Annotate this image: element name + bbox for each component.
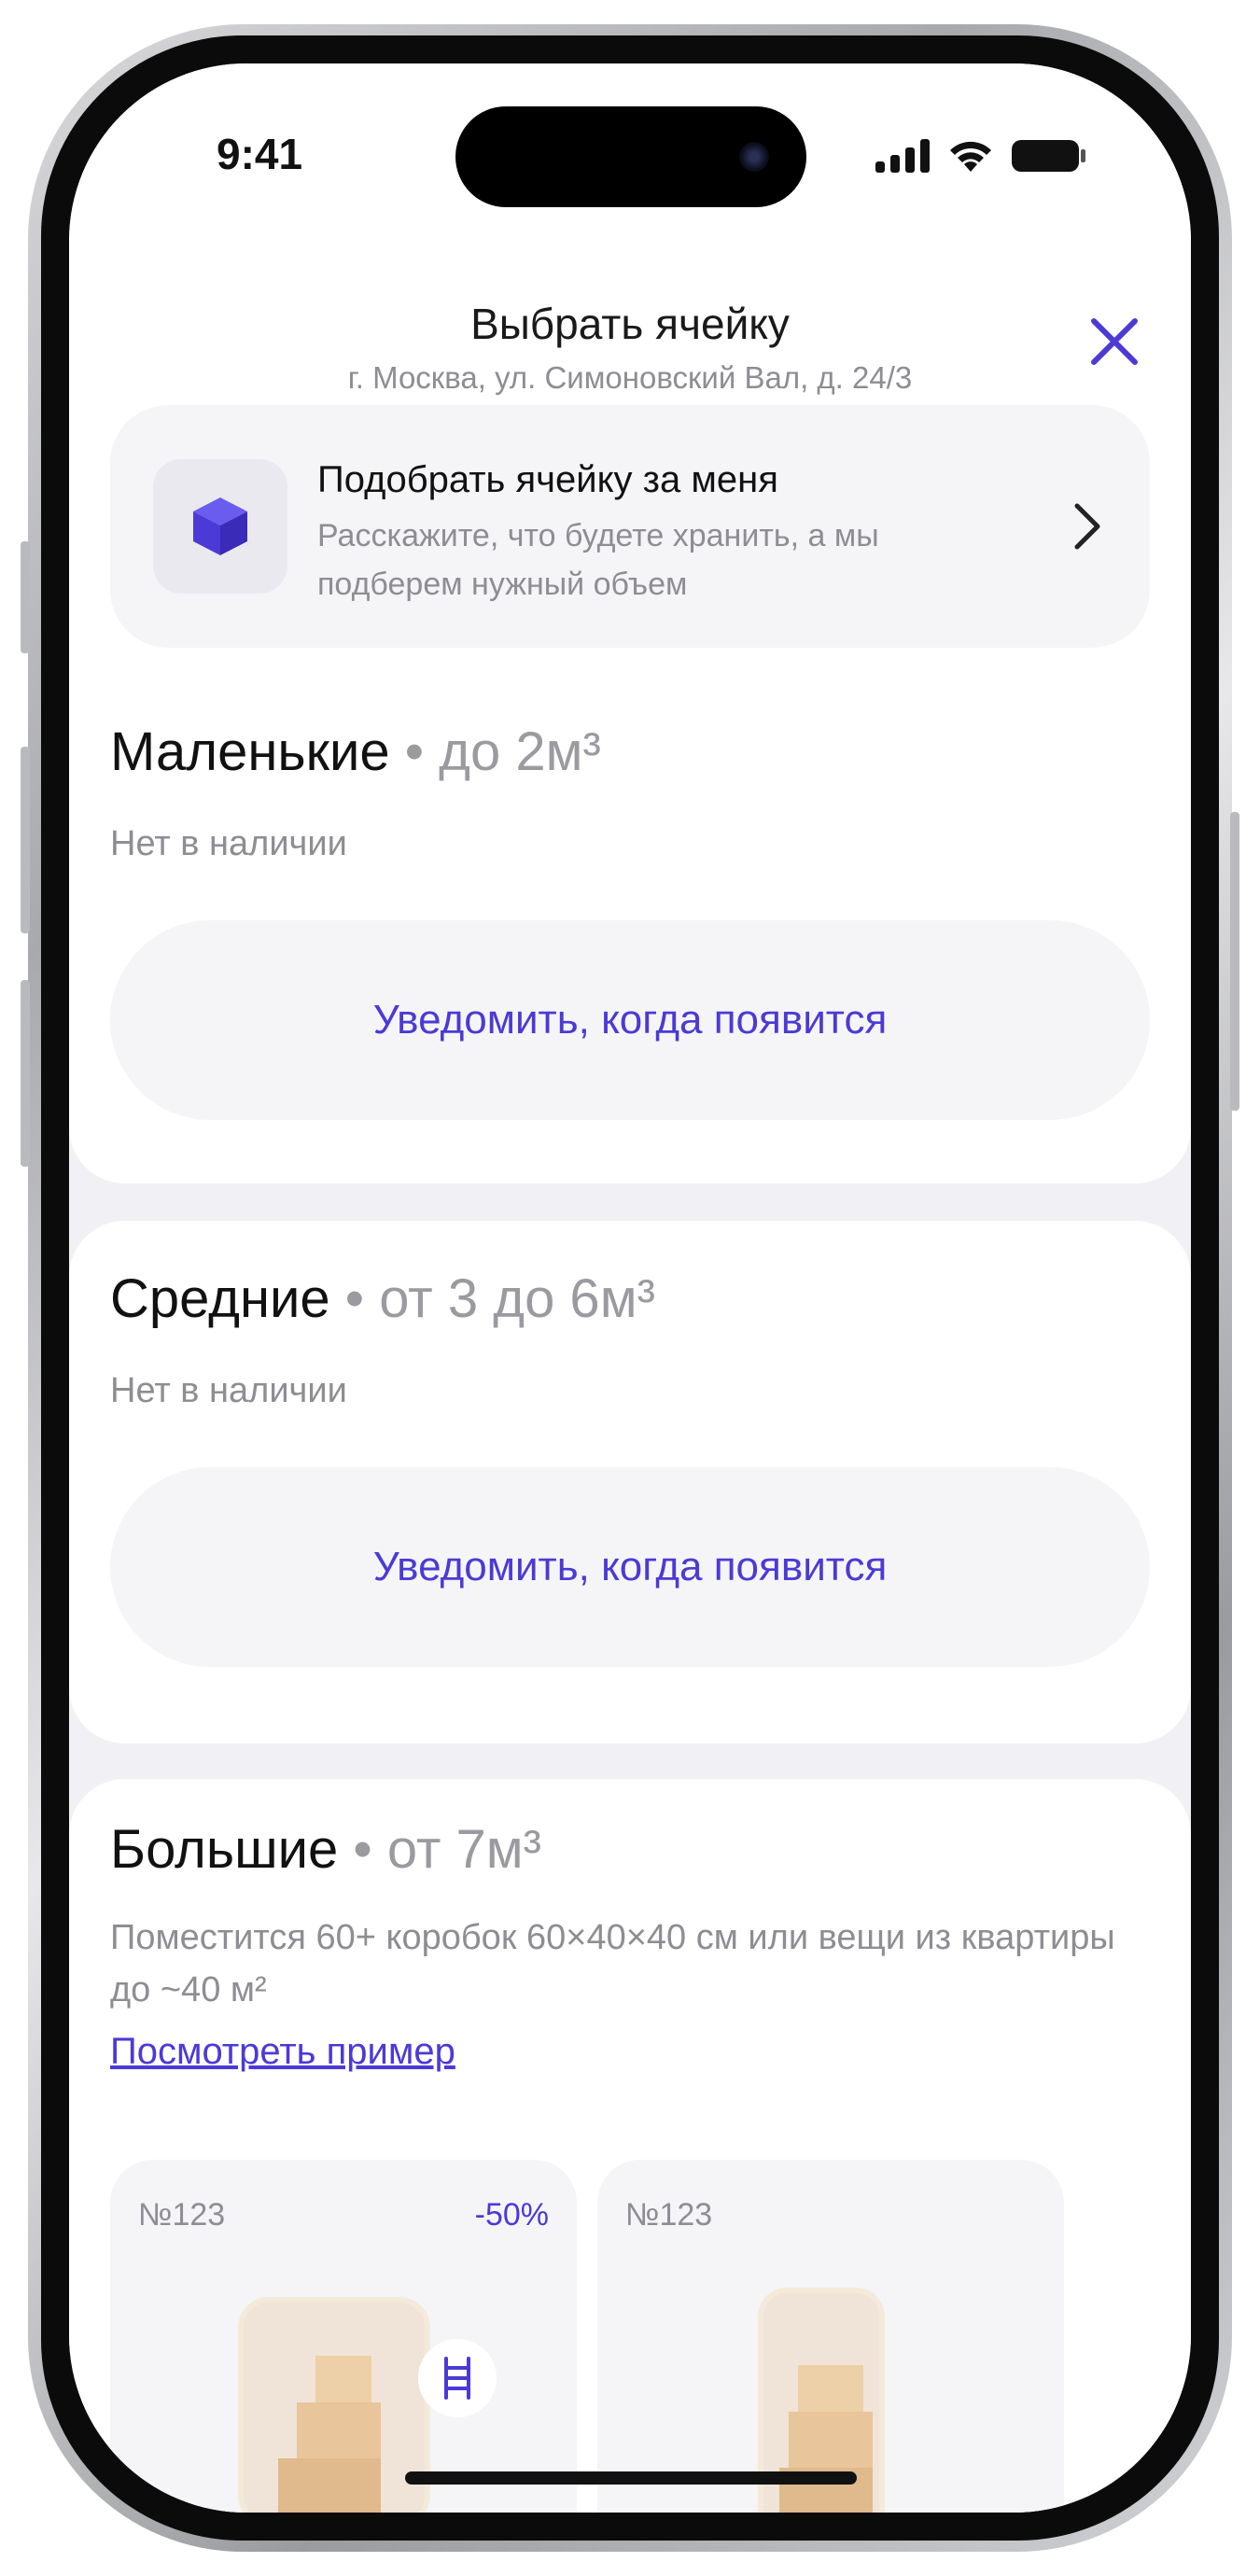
pick-cell-for-me-card[interactable]: Подобрать ячейку за меня Расскажите, что… — [110, 405, 1150, 648]
battery-icon — [1012, 140, 1085, 172]
power-button — [1230, 812, 1239, 1111]
chevron-right-icon — [1074, 503, 1100, 550]
category-range: • от 7м³ — [338, 1819, 541, 1880]
action-button — [21, 541, 30, 653]
status-icons — [875, 138, 1086, 174]
view-example-link[interactable]: Посмотреть пример — [110, 2031, 455, 2073]
ladder-badge — [418, 2339, 497, 2417]
discount-badge: -50% — [474, 2197, 549, 2233]
close-button[interactable] — [1079, 306, 1150, 377]
signal-icon — [875, 139, 930, 173]
pick-card-description: Расскажите, что будете хранить, а мы под… — [317, 518, 879, 602]
status-time: 9:41 — [217, 130, 303, 178]
close-icon — [1091, 318, 1138, 365]
camera-icon — [739, 142, 769, 172]
address-subtitle: г. Москва, ул. Симоновский Вал, д. 24/3 — [347, 360, 913, 395]
volume-down-button — [21, 980, 30, 1167]
status-bar: 9:41 — [69, 63, 1191, 250]
cell-number: №123 — [625, 2197, 713, 2233]
category-name: Маленькие — [110, 721, 390, 782]
category-title-small: Маленькие • до 2м³ — [110, 721, 601, 783]
availability-status: Нет в наличии — [110, 1371, 347, 1410]
cube-icon — [193, 497, 247, 555]
pick-icon-container — [153, 459, 287, 594]
page-title: Выбрать ячейку — [470, 300, 790, 348]
pick-card-title: Подобрать ячейку за меня — [317, 459, 778, 500]
screen: 9:41 Выбрать ячейку г. Москва, ул. Симон… — [69, 63, 1191, 2513]
modal-header: Выбрать ячейку г. Москва, ул. Симоновски… — [69, 250, 1191, 427]
cell-card[interactable]: №123 — [597, 2160, 1064, 2513]
category-title-large: Большие • от 7м³ — [110, 1818, 541, 1881]
category-description: Поместится 60+ коробок 60×40×40 см или в… — [110, 1918, 1115, 2009]
cell-card[interactable]: №123 -50% — [110, 2160, 577, 2513]
category-range: • до 2м³ — [389, 721, 601, 782]
volume-up-button — [21, 747, 30, 933]
category-range: • от 3 до 6м³ — [329, 1268, 655, 1329]
availability-status: Нет в наличии — [110, 824, 347, 863]
category-name: Средние — [110, 1268, 330, 1329]
category-name: Большие — [110, 1819, 339, 1880]
dynamic-island — [455, 106, 806, 207]
category-title-medium: Средние • от 3 до 6м³ — [110, 1267, 655, 1330]
wifi-icon — [950, 141, 991, 172]
home-indicator[interactable] — [405, 2471, 857, 2485]
cell-number: №123 — [138, 2197, 226, 2233]
ladder-icon — [444, 2357, 470, 2400]
notify-button-small[interactable]: Уведомить, когда появится — [110, 920, 1150, 1120]
notify-button-medium[interactable]: Уведомить, когда появится — [110, 1467, 1150, 1667]
